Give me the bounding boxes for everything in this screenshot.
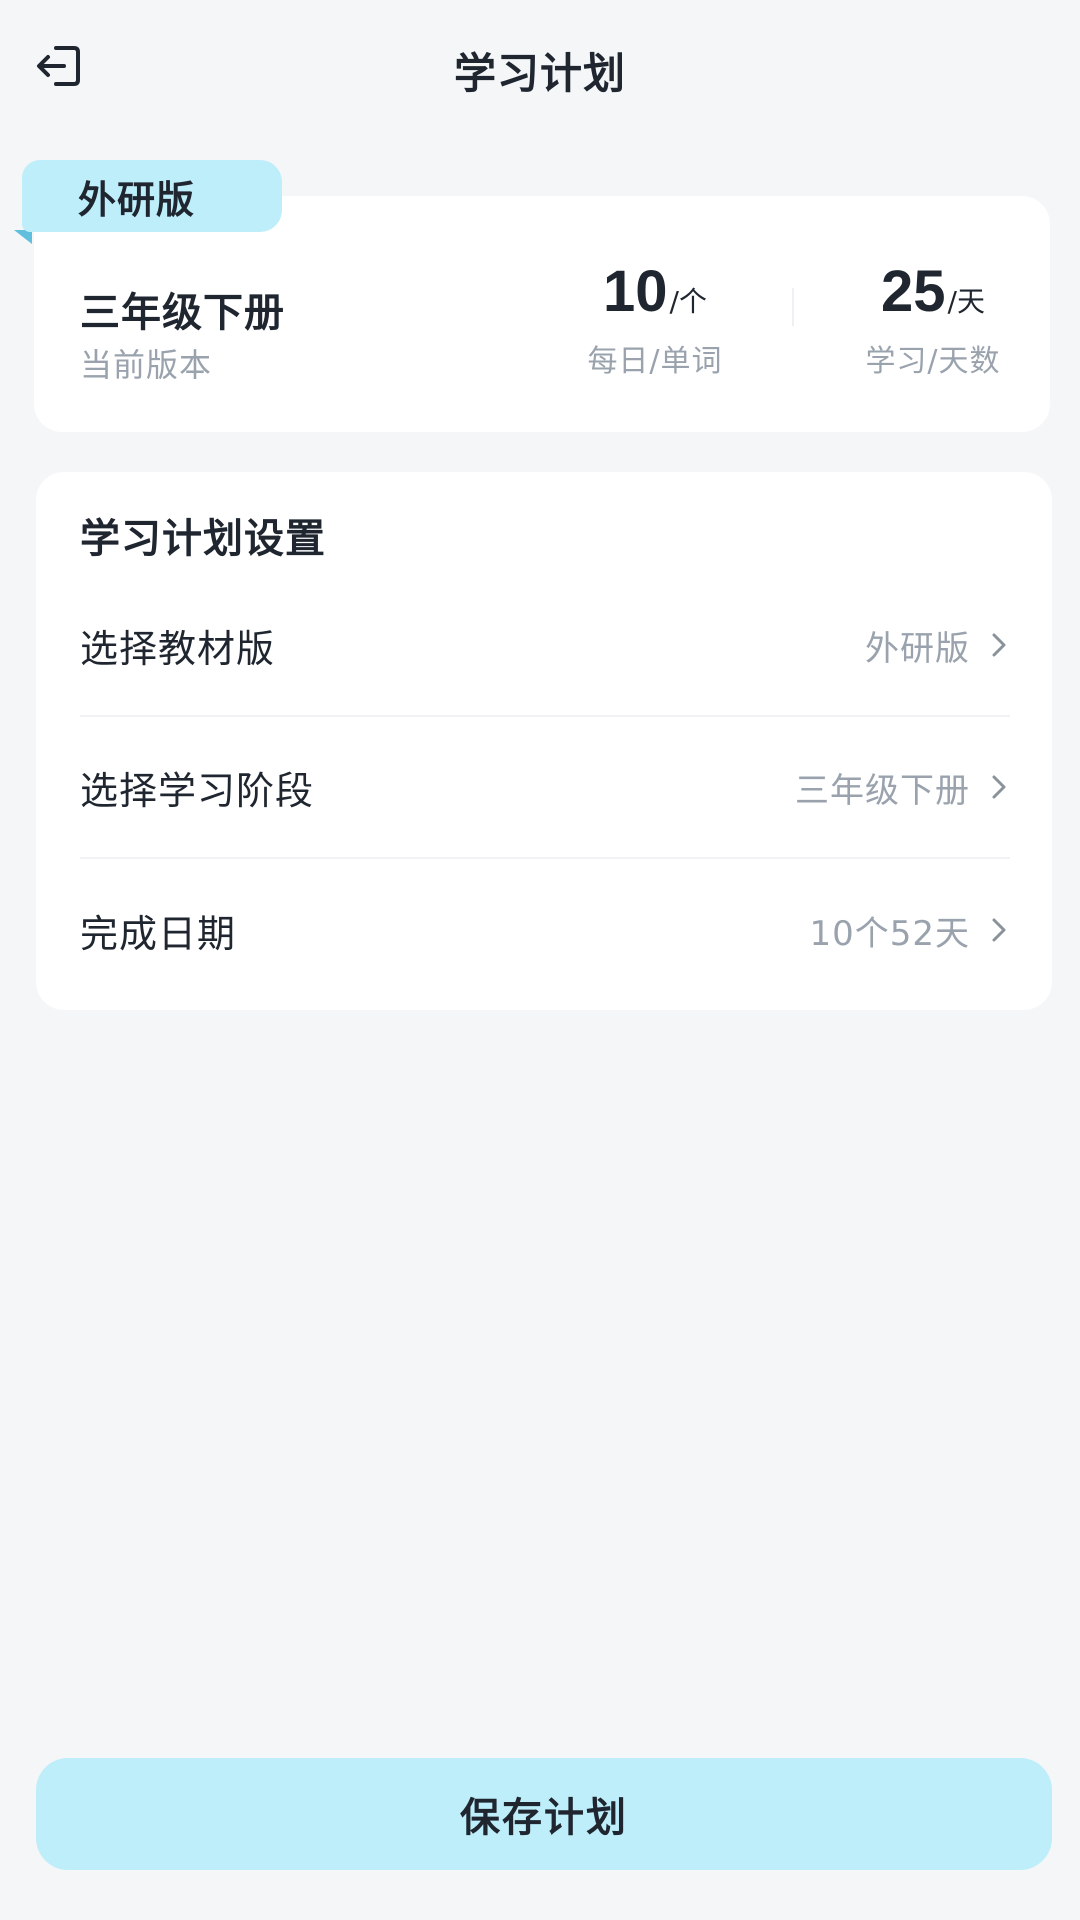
- stat-divider: [792, 288, 794, 326]
- version-tag: 外研版: [22, 160, 282, 232]
- daily-words-unit: /个: [669, 285, 707, 318]
- select-textbook-edition-label: 选择教材版: [80, 626, 276, 671]
- daily-words-stat: 10 /个 每日/单词: [560, 258, 750, 380]
- tag-fold-decoration: [14, 230, 32, 244]
- select-study-stage-label: 选择学习阶段: [80, 768, 315, 813]
- current-version-caption: 当前版本: [80, 346, 213, 384]
- current-grade: 三年级下册: [80, 290, 285, 336]
- study-days-stat: 25 /天 学习/天数: [838, 258, 1028, 380]
- select-textbook-edition-row[interactable]: 选择教材版 外研版: [80, 575, 1010, 717]
- daily-words-value: 10: [603, 259, 668, 324]
- study-days-label: 学习/天数: [865, 344, 1001, 379]
- study-stage-value: 三年级下册: [795, 770, 970, 811]
- chevron-right-icon: [992, 633, 1006, 657]
- settings-title: 学习计划设置: [80, 516, 326, 562]
- select-study-stage-row[interactable]: 选择学习阶段 三年级下册: [80, 717, 1010, 859]
- completion-date-label: 完成日期: [80, 911, 237, 956]
- save-plan-button[interactable]: 保存计划: [36, 1758, 1052, 1870]
- completion-date-value: 10个52天: [809, 913, 970, 954]
- study-days-unit: /天: [947, 285, 985, 318]
- chevron-right-icon: [992, 775, 1006, 799]
- header: 学习计划: [0, 0, 1080, 135]
- study-days-value: 25: [881, 259, 946, 324]
- chevron-right-icon: [992, 918, 1006, 942]
- daily-words-label: 每日/单词: [587, 344, 723, 379]
- page-title: 学习计划: [453, 49, 626, 98]
- completion-date-row[interactable]: 完成日期 10个52天: [80, 859, 1010, 1001]
- textbook-edition-value: 外研版: [865, 628, 970, 669]
